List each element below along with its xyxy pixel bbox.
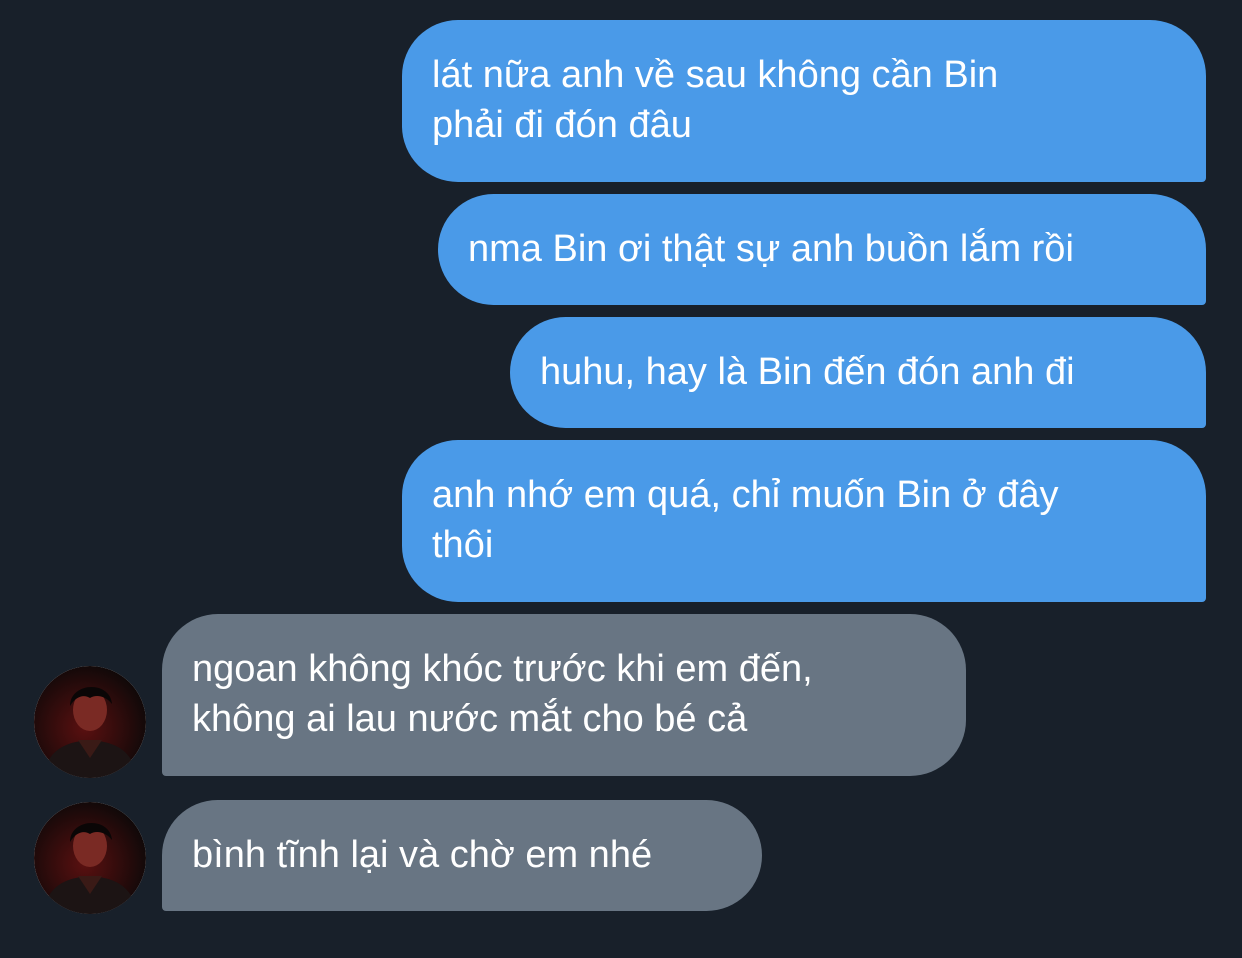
message-thread: lát nữa anh về sau không cần Bin phải đi… [0, 0, 1242, 958]
contact-avatar[interactable] [34, 666, 146, 778]
contact-avatar-photo-icon [34, 666, 146, 778]
sent-message-bubble[interactable]: lát nữa anh về sau không cần Bin phải đi… [402, 20, 1206, 182]
sent-message-bubble[interactable]: nma Bin ơi thật sự anh buồn lắm rồi [438, 194, 1206, 305]
sent-message-bubble[interactable]: anh nhớ em quá, chỉ muốn Bin ở đây thôi [402, 440, 1206, 602]
received-message-bubble[interactable]: bình tĩnh lại và chờ em nhé [162, 800, 762, 911]
contact-avatar[interactable] [34, 802, 146, 914]
sent-message-bubble[interactable]: huhu, hay là Bin đến đón anh đi [510, 317, 1206, 428]
contact-avatar-photo-icon [34, 802, 146, 914]
received-message-bubble[interactable]: ngoan không khóc trước khi em đến, không… [162, 614, 966, 776]
